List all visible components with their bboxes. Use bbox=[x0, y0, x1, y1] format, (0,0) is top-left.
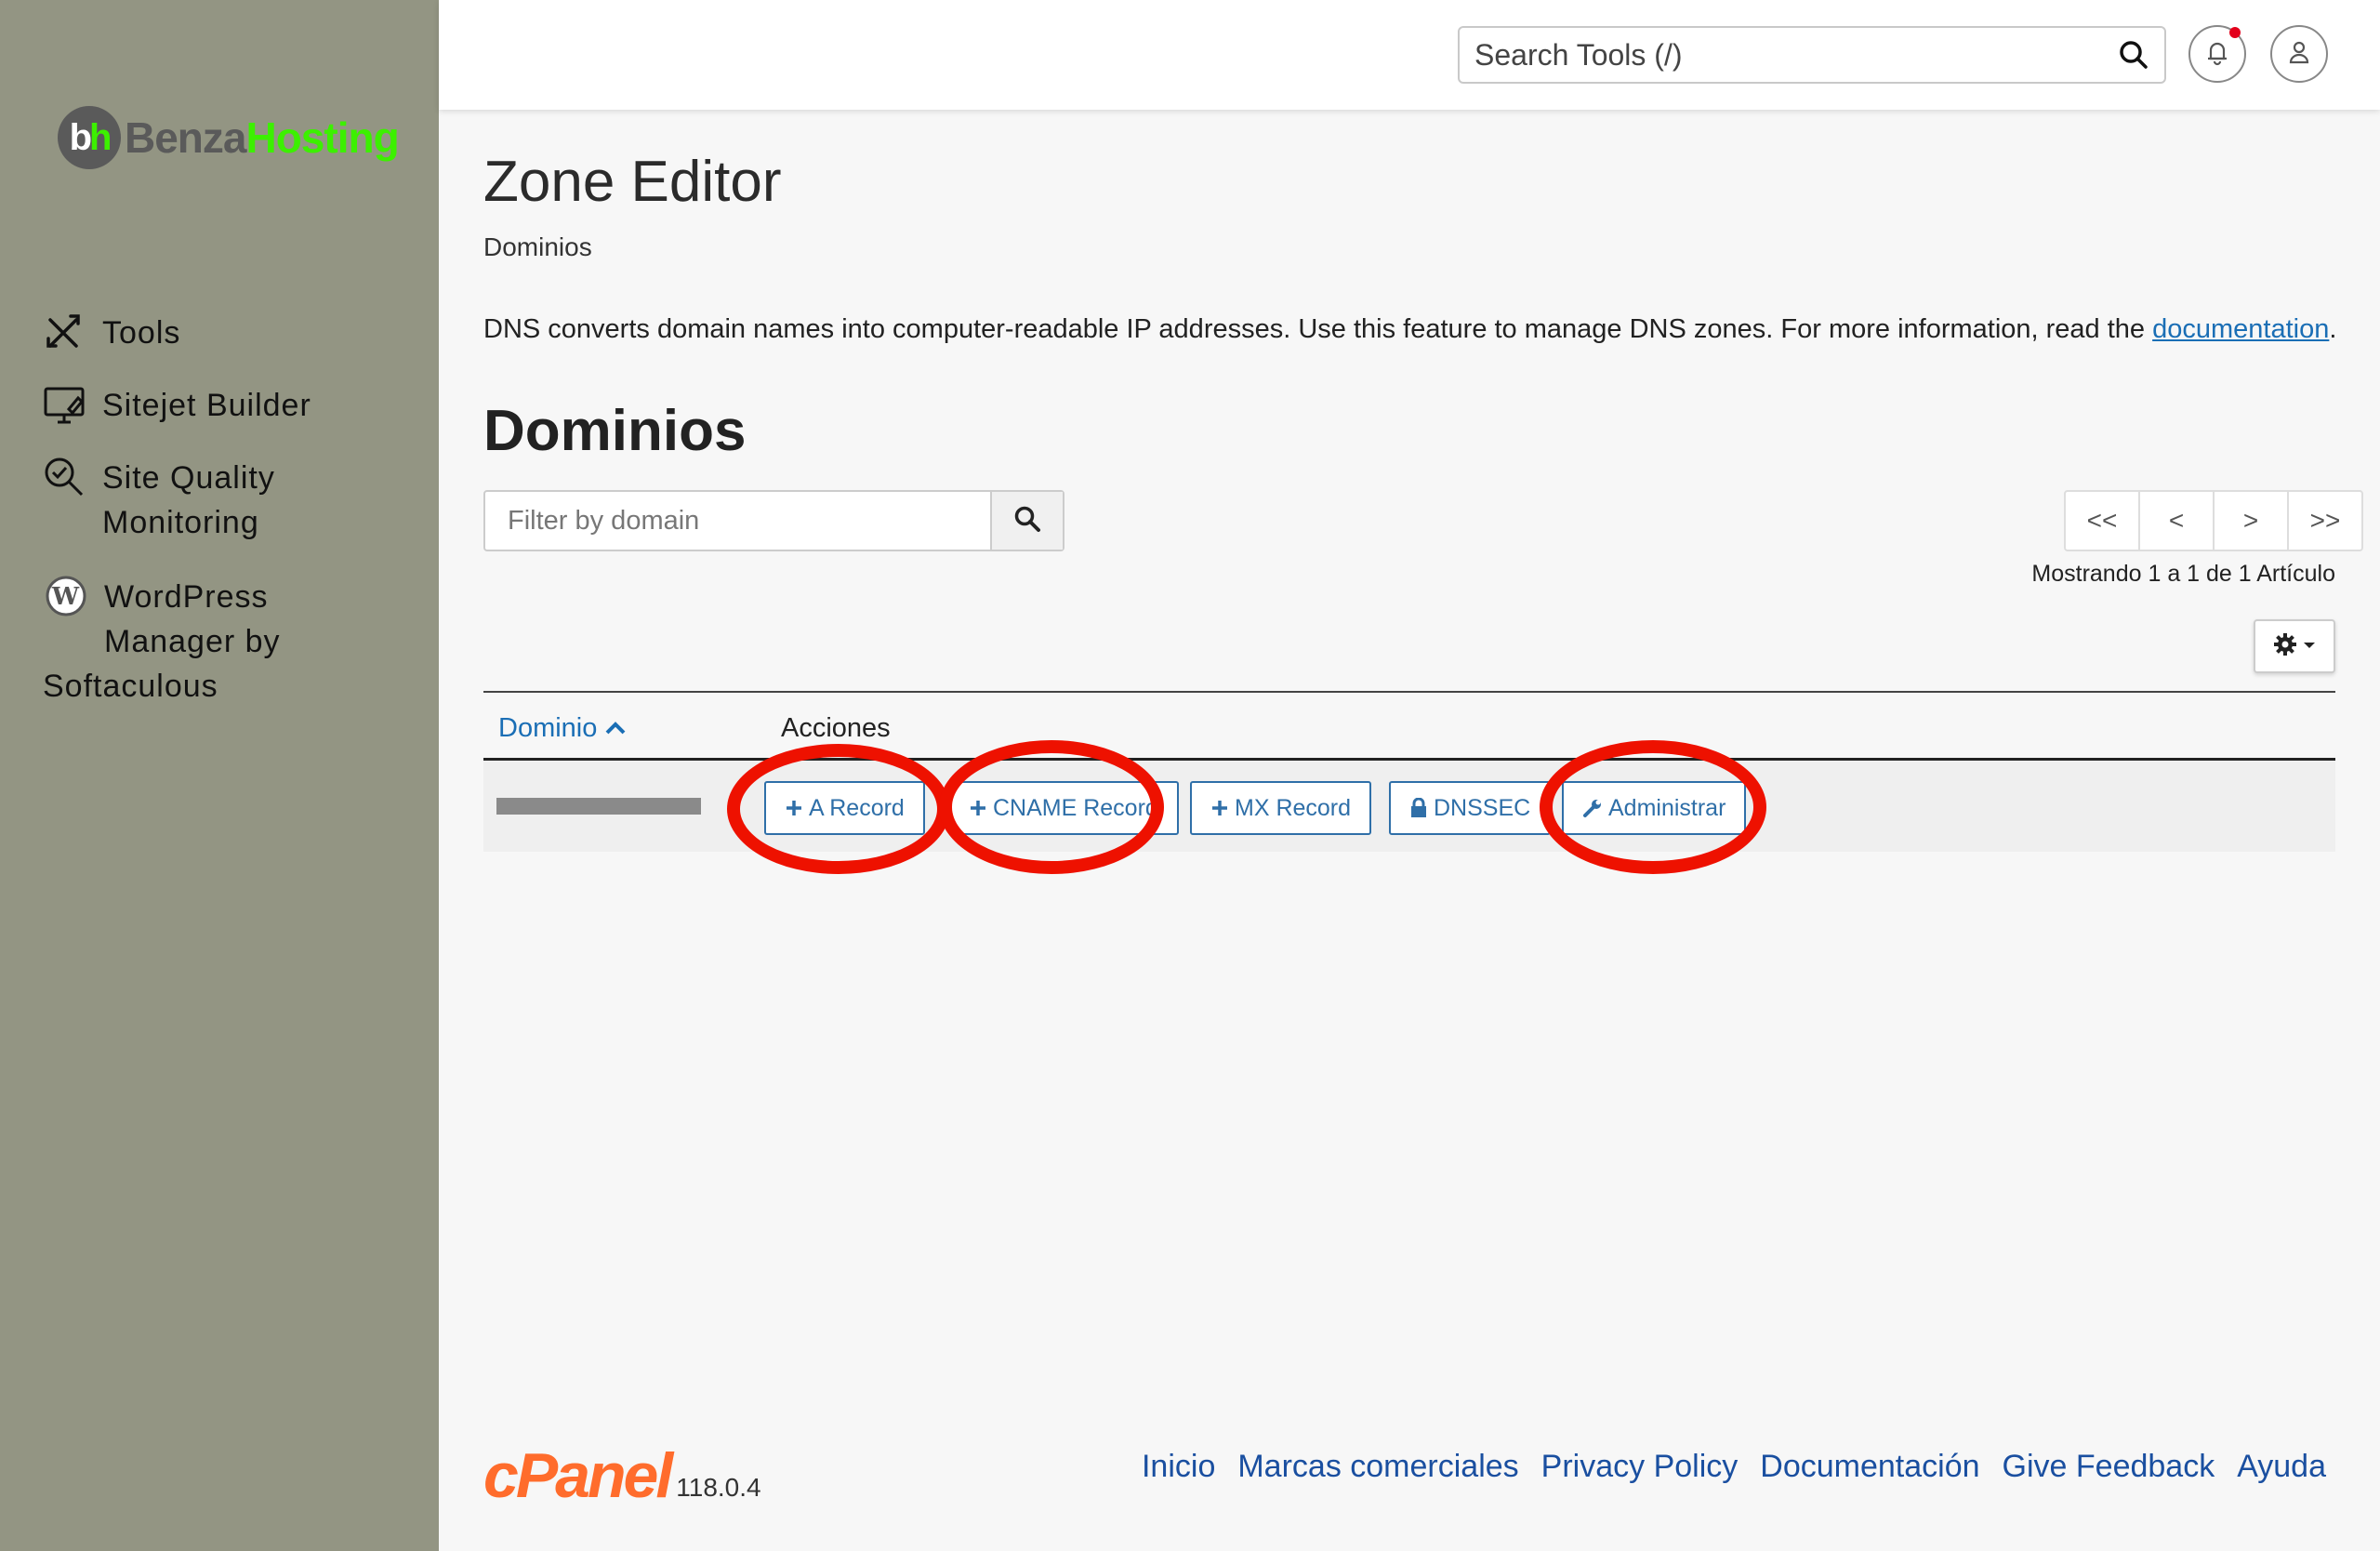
search-icon bbox=[1013, 505, 1041, 537]
domain-filter bbox=[483, 490, 1064, 551]
user-menu-button[interactable] bbox=[2270, 25, 2328, 83]
wordpress-icon: W bbox=[45, 575, 87, 617]
dnssec-label: DNSSEC bbox=[1434, 794, 1531, 821]
sidebar-item-label-line1: Site Quality bbox=[102, 460, 275, 496]
sidebar-item-label-line2: Manager by bbox=[104, 624, 281, 659]
monitor-icon bbox=[43, 383, 86, 426]
column-header-domain-label: Dominio bbox=[498, 713, 598, 743]
chevron-up-icon bbox=[604, 713, 627, 743]
settings-dropdown-button[interactable] bbox=[2254, 619, 2335, 673]
sidebar-item-site-quality-monitoring[interactable]: Site Quality Monitoring bbox=[43, 456, 275, 545]
sidebar-item-label: WordPress Manager by Softaculous bbox=[43, 575, 281, 709]
pagination: << < > >> bbox=[2064, 490, 2363, 551]
logo-text-hosting: Hosting bbox=[245, 113, 399, 162]
sidebar-item-label-line3: Softaculous bbox=[43, 669, 218, 704]
cpanel-logo: cPanel bbox=[483, 1440, 673, 1511]
add-mx-record-button[interactable]: MX Record bbox=[1190, 781, 1372, 835]
filter-search-button[interactable] bbox=[990, 492, 1063, 550]
lock-icon bbox=[1409, 798, 1428, 818]
wrench-icon bbox=[1582, 798, 1603, 818]
column-header-actions: Acciones bbox=[781, 713, 891, 743]
pager-next[interactable]: > bbox=[2215, 492, 2289, 550]
search-tools-box[interactable] bbox=[1458, 26, 2166, 84]
dnssec-button[interactable]: DNSSEC bbox=[1389, 781, 1552, 835]
footer-link-give-feedback[interactable]: Give Feedback bbox=[2003, 1449, 2215, 1485]
pager-prev[interactable]: < bbox=[2140, 492, 2215, 550]
chevron-down-icon bbox=[2303, 638, 2316, 655]
sidebar-item-tools[interactable]: Tools bbox=[43, 311, 180, 355]
add-mx-record-label: MX Record bbox=[1235, 794, 1352, 821]
sidebar: bh BenzaHosting Tools Sitejet Builder Si… bbox=[0, 0, 439, 1551]
sidebar-item-label-line1: WordPress bbox=[104, 579, 269, 615]
pagination-status: Mostrando 1 a 1 de 1 Artículo bbox=[2031, 561, 2335, 587]
filter-by-domain-input[interactable] bbox=[485, 492, 990, 550]
footer-link-help[interactable]: Ayuda bbox=[2237, 1449, 2326, 1485]
sidebar-item-wordpress-manager[interactable]: W WordPress Manager by Softaculous bbox=[43, 575, 281, 709]
add-cname-record-button[interactable]: CNAME Record bbox=[948, 781, 1179, 835]
manage-button[interactable]: Administrar bbox=[1562, 781, 1747, 835]
sidebar-item-label: Tools bbox=[102, 315, 181, 351]
logo-badge-h: h bbox=[89, 116, 112, 158]
search-icon[interactable] bbox=[2118, 39, 2149, 75]
breadcrumb: Dominios bbox=[483, 232, 592, 261]
notifications-button[interactable] bbox=[2188, 25, 2246, 83]
magnifier-check-icon bbox=[43, 456, 86, 498]
redacted-domain bbox=[496, 798, 701, 815]
version-label: 118.0.4 bbox=[676, 1473, 761, 1502]
search-tools-input[interactable] bbox=[1460, 36, 2090, 73]
sidebar-item-sitejet-builder[interactable]: Sitejet Builder bbox=[43, 383, 311, 428]
logo-badge: bh bbox=[58, 106, 121, 169]
gear-icon bbox=[2273, 632, 2297, 661]
add-a-record-button[interactable]: A Record bbox=[764, 781, 925, 835]
footer-link-home[interactable]: Inicio bbox=[1142, 1449, 1215, 1485]
logo-text-benza: Benza bbox=[125, 113, 246, 162]
pager-last[interactable]: >> bbox=[2289, 492, 2361, 550]
notification-dot bbox=[2229, 27, 2241, 38]
section-title: Dominios bbox=[483, 399, 747, 463]
plus-icon bbox=[1210, 799, 1229, 817]
description-end: . bbox=[2329, 314, 2337, 344]
bell-icon bbox=[2203, 38, 2231, 71]
footer-link-privacy-policy[interactable]: Privacy Policy bbox=[1541, 1449, 1739, 1485]
footer-link-documentation[interactable]: Documentación bbox=[1760, 1449, 1979, 1485]
sidebar-item-label: Site Quality Monitoring bbox=[102, 456, 275, 545]
documentation-link[interactable]: documentation bbox=[2152, 314, 2329, 344]
column-header-domain[interactable]: Dominio bbox=[498, 713, 627, 744]
brand-logo[interactable]: bh BenzaHosting bbox=[58, 106, 400, 169]
table-header: Dominio Acciones bbox=[483, 693, 2335, 761]
add-a-record-label: A Record bbox=[809, 794, 905, 821]
svg-text:W: W bbox=[51, 583, 80, 611]
description-text: DNS converts domain names into computer-… bbox=[483, 314, 2153, 344]
sidebar-item-label-line2: Monitoring bbox=[102, 505, 259, 540]
sidebar-item-label: Sitejet Builder bbox=[102, 388, 311, 423]
page-description: DNS converts domain names into computer-… bbox=[483, 314, 2336, 345]
footer-links: Inicio Marcas comerciales Privacy Policy… bbox=[1142, 1449, 2326, 1485]
logo-text: BenzaHosting bbox=[125, 113, 400, 163]
footer-link-trademarks[interactable]: Marcas comerciales bbox=[1237, 1449, 1518, 1485]
pager-first[interactable]: << bbox=[2066, 492, 2140, 550]
cpanel-footer-logo[interactable]: cPanel 118.0.4 bbox=[483, 1443, 761, 1508]
plus-icon bbox=[969, 799, 987, 817]
manage-label: Administrar bbox=[1608, 794, 1726, 821]
add-cname-record-label: CNAME Record bbox=[993, 794, 1158, 821]
user-icon bbox=[2285, 38, 2313, 71]
plus-icon bbox=[785, 799, 803, 817]
tools-icon bbox=[43, 311, 86, 353]
logo-badge-b: b bbox=[69, 116, 93, 158]
page-title: Zone Editor bbox=[483, 150, 782, 214]
